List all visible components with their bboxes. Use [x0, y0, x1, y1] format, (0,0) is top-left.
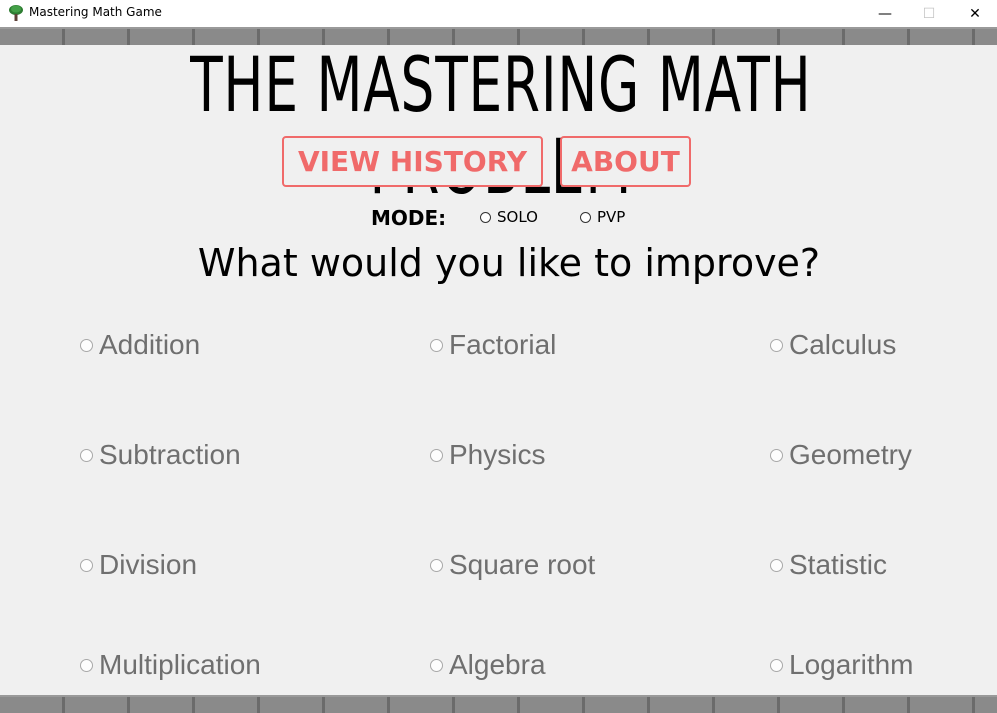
mode-label: MODE:: [371, 206, 447, 230]
title-bar: Mastering Math Game — ☐ ✕: [0, 0, 997, 27]
radio-button[interactable]: [430, 558, 443, 572]
topic-label: Addition: [99, 329, 201, 360]
radio-button[interactable]: [430, 448, 443, 462]
tree-icon: [8, 4, 24, 22]
topic-label: Geometry: [789, 439, 912, 470]
topic-label: Statistic: [789, 549, 888, 580]
mode-option-pvp[interactable]: PVP: [580, 208, 625, 226]
radio-button[interactable]: [430, 658, 443, 672]
topic-label: Logarithm: [789, 649, 914, 680]
radio-button[interactable]: [430, 338, 443, 352]
topic-option-subtraction[interactable]: Subtraction: [80, 438, 241, 472]
mode-selector: MODE: SOLO PVP: [0, 204, 997, 232]
close-icon: ✕: [969, 5, 981, 22]
topic-label: Subtraction: [99, 439, 241, 470]
question-heading: What would you like to improve?: [197, 241, 821, 285]
mode-option-label: SOLO: [497, 208, 538, 226]
topic-option-factorial[interactable]: Factorial: [430, 328, 556, 362]
topic-option-calculus[interactable]: Calculus: [770, 328, 896, 362]
topic-option-multiplication[interactable]: Multiplication: [80, 648, 261, 682]
topic-option-square-root[interactable]: Square root: [430, 548, 595, 582]
radio-button[interactable]: [80, 448, 93, 462]
radio-button[interactable]: [770, 658, 783, 672]
topic-label: Physics: [449, 439, 546, 470]
brick-border-bottom: [0, 695, 997, 713]
topic-option-logarithm[interactable]: Logarithm: [770, 648, 914, 682]
close-button[interactable]: ✕: [952, 0, 997, 27]
radio-button[interactable]: [80, 338, 93, 352]
window-title: Mastering Math Game: [29, 5, 162, 19]
mode-option-solo[interactable]: SOLO: [480, 208, 538, 226]
view-history-button[interactable]: VIEW HISTORY: [282, 136, 543, 187]
radio-button[interactable]: [770, 558, 783, 572]
maximize-icon: ☐: [922, 5, 936, 22]
topic-option-physics[interactable]: Physics: [430, 438, 545, 472]
topic-label: Division: [99, 549, 198, 580]
topic-option-algebra[interactable]: Algebra: [430, 648, 546, 682]
topic-option-geometry[interactable]: Geometry: [770, 438, 912, 472]
radio-button[interactable]: [580, 211, 591, 223]
topic-label: Algebra: [449, 649, 546, 680]
topic-label: Calculus: [789, 329, 897, 360]
radio-button[interactable]: [480, 211, 491, 223]
radio-button[interactable]: [80, 658, 93, 672]
mode-option-label: PVP: [597, 208, 626, 226]
topic-label: Multiplication: [99, 649, 261, 680]
about-button[interactable]: ABOUT: [560, 136, 691, 187]
topic-label: Factorial: [449, 329, 557, 360]
topic-option-division[interactable]: Division: [80, 548, 197, 582]
topic-option-addition[interactable]: Addition: [80, 328, 200, 362]
topic-label: Square root: [449, 549, 596, 580]
maximize-button[interactable]: ☐: [906, 0, 952, 27]
topic-option-statistic[interactable]: Statistic: [770, 548, 887, 582]
minimize-icon: —: [878, 5, 892, 22]
app-window: Mastering Math Game — ☐ ✕ THE MASTERING …: [0, 0, 997, 713]
radio-button[interactable]: [770, 338, 783, 352]
minimize-button[interactable]: —: [862, 0, 908, 27]
radio-button[interactable]: [770, 448, 783, 462]
radio-button[interactable]: [80, 558, 93, 572]
